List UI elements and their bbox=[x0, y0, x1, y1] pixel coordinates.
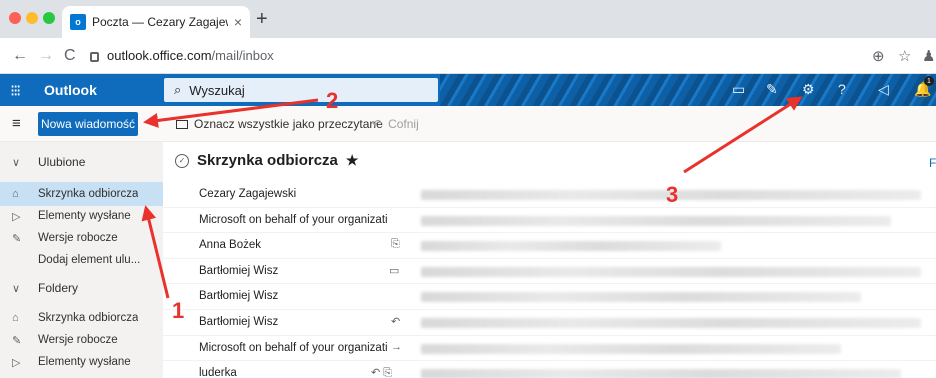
mark-all-read-label: Oznacz wszystkie jako przeczytane bbox=[194, 117, 383, 131]
message-sender: Anna Bożek bbox=[199, 239, 262, 252]
address-bar-row: ← → C outlook.office.com/mail/inbox ⊕ ☆ … bbox=[0, 38, 936, 74]
close-window-button[interactable] bbox=[9, 12, 21, 24]
message-row[interactable]: Microsoft on behalf of your organizatic … bbox=[163, 336, 936, 362]
zoom-icon[interactable]: ⊕ bbox=[872, 47, 885, 65]
bookmark-star-icon[interactable]: ☆ bbox=[898, 47, 911, 65]
favorite-star-icon[interactable]: ★ bbox=[346, 152, 359, 169]
help-icon[interactable]: ? bbox=[838, 81, 846, 97]
command-bar: ≡ Nowa wiadomość Oznacz wszystkie jako p… bbox=[0, 106, 936, 142]
undo-button[interactable]: ↶ Cofnij bbox=[372, 117, 419, 131]
pencil-icon: ✎ bbox=[12, 232, 22, 245]
extension-icon[interactable]: ♟ bbox=[922, 47, 935, 65]
search-placeholder: Wyszukaj bbox=[189, 82, 245, 98]
filter-button[interactable]: Fi bbox=[929, 156, 936, 170]
envelope-icon bbox=[176, 119, 188, 129]
blurred-subject bbox=[421, 266, 921, 277]
nav-sent-favorite[interactable]: ▷ Elementy wysłane bbox=[0, 204, 163, 228]
inbox-icon: ⌂ bbox=[12, 188, 19, 200]
url-domain: outlook.office.com bbox=[107, 48, 212, 63]
lock-icon bbox=[90, 51, 99, 62]
blurred-subject bbox=[421, 318, 921, 328]
message-sender: Bartłomiej Wisz bbox=[199, 316, 279, 328]
tab-title: Poczta — Cezary Zagajewski — bbox=[92, 15, 228, 29]
message-sender: Bartłomiej Wisz bbox=[199, 290, 279, 303]
nav-drafts-folder[interactable]: ✎ Wersje robocze bbox=[0, 328, 163, 352]
back-icon[interactable]: ← bbox=[12, 47, 28, 65]
message-sender: Cezary Zagajewski bbox=[199, 188, 297, 200]
browser-tab-strip: o Poczta — Cezary Zagajewski — × + bbox=[0, 0, 936, 38]
chevron-down-icon: ∨ bbox=[12, 156, 21, 169]
minimize-window-button[interactable] bbox=[26, 12, 38, 24]
outlook-header: ⁝⁝⁝ Outlook ⌕ Wyszukaj ▭ ✎ ⚙ ? ◁ 🔔 1 bbox=[0, 74, 936, 106]
undo-icon: ↶ bbox=[372, 117, 383, 131]
send-icon: ▷ bbox=[12, 356, 21, 369]
reply-attachment-icon: ↶ ⎘ bbox=[371, 367, 393, 378]
add-favorite-link[interactable]: Dodaj element ulu... bbox=[0, 248, 163, 272]
message-row[interactable]: Bartłomiej Wisz ↶ bbox=[163, 310, 936, 336]
search-icon: ⌕ bbox=[174, 82, 182, 97]
message-sender: Microsoft on behalf of your organization bbox=[199, 213, 387, 226]
new-message-button[interactable]: Nowa wiadomość bbox=[38, 112, 138, 136]
screen: o Poczta — Cezary Zagajewski — × + ← → C… bbox=[0, 0, 936, 378]
url-path: /mail/inbox bbox=[211, 48, 274, 63]
feedback-icon[interactable]: ◁ bbox=[878, 81, 889, 98]
nav-sent-folder[interactable]: ▷ Elementy wysłane bbox=[0, 350, 163, 374]
message-row[interactable]: Cezary Zagajewski bbox=[163, 182, 936, 208]
attachment-icon: ⎘ bbox=[391, 238, 400, 251]
message-row[interactable]: Microsoft on behalf of your organization bbox=[163, 208, 936, 234]
blurred-subject bbox=[421, 292, 861, 303]
chevron-down-icon: ∨ bbox=[12, 282, 21, 295]
nav-inbox-favorite[interactable]: ⌂ Skrzynka odbiorcza bbox=[0, 182, 163, 206]
pencil-icon: ✎ bbox=[12, 334, 22, 347]
header-circuit-pattern bbox=[440, 74, 936, 106]
browser-tab[interactable]: o Poczta — Cezary Zagajewski — × bbox=[62, 6, 250, 38]
reload-icon[interactable]: C bbox=[64, 47, 76, 65]
compose-icon[interactable]: ✎ bbox=[766, 81, 778, 98]
nav-inbox-folder[interactable]: ⌂ Skrzynka odbiorcza bbox=[0, 306, 163, 330]
undo-label: Cofnij bbox=[388, 117, 419, 131]
blurred-subject bbox=[421, 343, 841, 354]
maximize-window-button[interactable] bbox=[43, 12, 55, 24]
message-sender: Bartłomiej Wisz bbox=[199, 264, 279, 277]
select-all-check-icon[interactable]: ✓ bbox=[175, 153, 189, 168]
favorites-header[interactable]: ∨ Ulubione bbox=[0, 150, 163, 174]
folders-header[interactable]: ∨ Foldery bbox=[0, 276, 163, 300]
blurred-subject bbox=[421, 241, 721, 252]
url-field[interactable]: outlook.office.com/mail/inbox bbox=[90, 48, 274, 63]
search-box[interactable]: ⌕ Wyszukaj bbox=[164, 78, 438, 102]
message-row[interactable]: luderka ↶ ⎘ bbox=[163, 361, 936, 378]
inbox-title-bar: ✓ Skrzynka odbiorcza ★ bbox=[175, 152, 358, 169]
blurred-subject bbox=[421, 190, 921, 200]
tab-close-icon[interactable]: × bbox=[234, 14, 242, 30]
message-row[interactable]: Bartłomiej Wisz bbox=[163, 284, 936, 310]
inbox-icon: ⌂ bbox=[12, 312, 19, 324]
settings-gear-icon[interactable]: ⚙ bbox=[802, 81, 815, 98]
inbox-title: Skrzynka odbiorcza bbox=[197, 152, 338, 169]
reply-icon: ↶ bbox=[391, 316, 401, 328]
message-row[interactable]: Bartłomiej Wisz ▭ bbox=[163, 259, 936, 285]
folder-pane: ∨ Ulubione ⌂ Skrzynka odbiorcza ▷ Elemen… bbox=[0, 142, 163, 378]
message-row[interactable]: Anna Bożek ⎘ bbox=[163, 233, 936, 259]
message-sender: Microsoft on behalf of your organizatic bbox=[199, 341, 387, 354]
outlook-favicon-icon: o bbox=[70, 14, 86, 30]
send-icon: ▷ bbox=[12, 210, 21, 223]
hamburger-menu-icon[interactable]: ≡ bbox=[12, 115, 21, 132]
app-launcher-icon[interactable]: ⁝⁝⁝ bbox=[10, 81, 21, 101]
my-day-icon[interactable]: ▭ bbox=[732, 81, 745, 98]
forward-icon: → bbox=[391, 340, 402, 353]
notification-badge: 1 bbox=[924, 76, 934, 86]
blurred-subject bbox=[421, 215, 891, 226]
outlook-brand[interactable]: Outlook bbox=[44, 82, 97, 98]
message-sender: luderka bbox=[199, 367, 237, 378]
forward-icon[interactable]: → bbox=[38, 47, 54, 65]
mark-all-read-button[interactable]: Oznacz wszystkie jako przeczytane bbox=[176, 117, 383, 131]
nav-drafts-favorite[interactable]: ✎ Wersje robocze bbox=[0, 226, 163, 250]
message-list: ✓ Skrzynka odbiorcza ★ Fi Cezary Zagajew… bbox=[163, 142, 936, 378]
blurred-subject bbox=[421, 369, 901, 378]
new-tab-button[interactable]: + bbox=[256, 8, 268, 31]
calendar-icon: ▭ bbox=[389, 264, 400, 277]
